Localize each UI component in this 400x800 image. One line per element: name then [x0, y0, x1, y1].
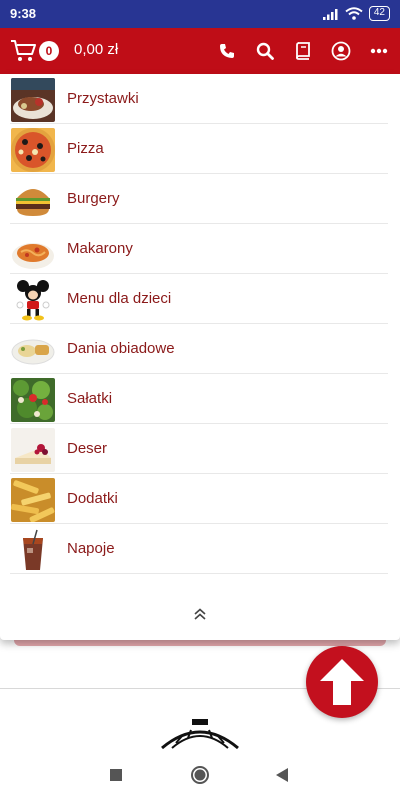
collapse-menu-button[interactable] — [188, 602, 212, 626]
fries-thumbnail — [11, 478, 55, 522]
circle-icon — [191, 766, 209, 784]
triangle-back-icon — [276, 768, 288, 782]
book-icon — [296, 42, 310, 60]
cart-icon — [11, 40, 36, 61]
category-item-burgery[interactable]: Burgery — [10, 174, 388, 224]
cart-count-badge: 0 — [39, 41, 59, 61]
status-time: 9:38 — [10, 6, 37, 21]
system-nav-bar — [0, 750, 400, 800]
category-menu-panel: Przystawki Pizza Burgery Makarony Menu d… — [0, 74, 400, 640]
scroll-to-top-button[interactable] — [306, 646, 378, 718]
category-item-pizza[interactable]: Pizza — [10, 124, 388, 174]
mickey-mouse-thumbnail — [11, 278, 55, 322]
category-item-przystawki[interactable]: Przystawki — [10, 74, 388, 124]
square-icon — [110, 769, 122, 781]
back-button[interactable] — [270, 763, 294, 787]
burger-thumbnail — [11, 178, 55, 222]
search-icon — [256, 42, 274, 60]
phone-icon — [220, 44, 234, 58]
status-bar: 9:38 42 — [0, 0, 400, 28]
phone-button[interactable] — [214, 38, 240, 64]
recents-button[interactable] — [104, 763, 128, 787]
appetizer-thumbnail — [11, 78, 55, 122]
arrow-up-icon — [320, 659, 364, 705]
category-label: Przystawki — [67, 90, 139, 107]
pizza-thumbnail — [11, 128, 55, 172]
category-item-dodatki[interactable]: Dodatki — [10, 474, 388, 524]
home-button[interactable] — [188, 763, 212, 787]
double-chevron-up-icon — [194, 608, 206, 620]
status-icons: 42 — [322, 6, 390, 21]
category-label: Sałatki — [67, 390, 113, 407]
menu-book-button[interactable] — [290, 38, 316, 64]
dessert-thumbnail — [11, 428, 55, 472]
category-item-napoje[interactable]: Napoje — [10, 524, 388, 574]
battery-indicator: 42 — [368, 6, 390, 21]
account-icon — [331, 41, 351, 61]
category-item-menu-dla-dzieci[interactable]: Menu dla dzieci — [10, 274, 388, 324]
signal-icon — [322, 8, 338, 20]
cart-button[interactable]: 0 — [10, 37, 62, 65]
app-bar: 0 0,00 zł — [0, 28, 400, 74]
pasta-thumbnail — [11, 228, 55, 272]
cart-total[interactable]: 0,00 zł — [74, 41, 118, 58]
category-item-dania-obiadowe[interactable]: Dania obiadowe — [10, 324, 388, 374]
app-actions — [214, 38, 392, 64]
category-list: Przystawki Pizza Burgery Makarony Menu d… — [0, 74, 400, 574]
dinner-plate-thumbnail — [11, 328, 55, 372]
category-label: Menu dla dzieci — [67, 290, 172, 307]
category-label: Pizza — [67, 140, 104, 157]
more-icon — [370, 48, 388, 54]
category-label: Makarony — [67, 240, 133, 257]
restaurant-logo — [158, 716, 242, 750]
search-button[interactable] — [252, 38, 278, 64]
more-button[interactable] — [366, 38, 392, 64]
wifi-icon — [345, 7, 363, 20]
category-item-salatki[interactable]: Sałatki — [10, 374, 388, 424]
category-item-makarony[interactable]: Makarony — [10, 224, 388, 274]
category-label: Napoje — [67, 540, 115, 557]
category-label: Burgery — [67, 190, 120, 207]
category-item-deser[interactable]: Deser — [10, 424, 388, 474]
account-button[interactable] — [328, 38, 354, 64]
category-label: Dania obiadowe — [67, 340, 175, 357]
category-label: Dodatki — [67, 490, 118, 507]
drink-thumbnail — [11, 528, 55, 572]
salad-thumbnail — [11, 378, 55, 422]
category-label: Deser — [67, 440, 108, 457]
